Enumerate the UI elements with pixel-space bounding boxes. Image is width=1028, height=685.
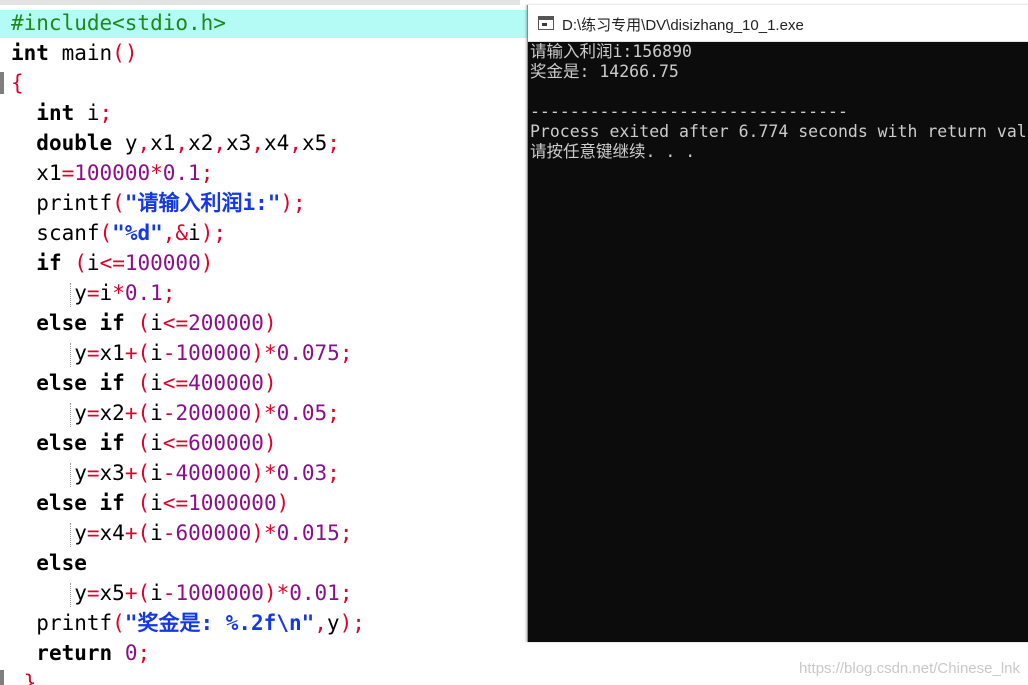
screen: #include<stdio.h> int main(){ int i; doub…: [0, 0, 1028, 685]
code-line[interactable]: printf("奖金是: %.2f\n",y);: [11, 608, 365, 638]
code-line[interactable]: else if (i<=400000): [11, 368, 365, 398]
console-line: Process exited after 6.774 seconds with …: [530, 122, 1028, 141]
code-line[interactable]: y=i*0.1;: [11, 278, 365, 308]
code-line[interactable]: y=x1+(i-100000)*0.075;: [11, 338, 365, 368]
watermark: https://blog.csdn.net/Chinese_lnk: [799, 660, 1020, 677]
fold-marker: [0, 670, 4, 685]
code-line[interactable]: y=x3+(i-400000)*0.03;: [11, 458, 365, 488]
console-window[interactable]: D:\练习专用\DV\disizhang_10_1.exe 请输入利润i:156…: [527, 5, 1028, 642]
code-line[interactable]: y=x2+(i-200000)*0.05;: [11, 398, 365, 428]
editor-tab-strip: [0, 0, 520, 5]
code-line[interactable]: else: [11, 548, 365, 578]
code-line[interactable]: else if (i<=600000): [11, 428, 365, 458]
code-line[interactable]: x1=100000*0.1;: [11, 158, 365, 188]
source-code[interactable]: #include<stdio.h> int main(){ int i; doub…: [11, 8, 365, 685]
code-line[interactable]: #include<stdio.h>: [11, 8, 365, 38]
console-window-icon: [538, 16, 554, 30]
code-line[interactable]: else if (i<=200000): [11, 308, 365, 338]
console-line: 请按任意键继续. . .: [530, 142, 696, 161]
code-line[interactable]: {: [11, 68, 365, 98]
code-line[interactable]: printf("请输入利润i:");: [11, 188, 365, 218]
console-title: D:\练习专用\DV\disizhang_10_1.exe: [562, 17, 804, 34]
fold-marker: [0, 72, 4, 94]
console-line: 奖金是: 14266.75: [530, 62, 679, 81]
code-line[interactable]: y=x5+(i-1000000)*0.01;: [11, 578, 365, 608]
code-line[interactable]: return 0;: [11, 638, 365, 668]
console-line: --------------------------------: [530, 102, 848, 121]
code-line[interactable]: int main(): [11, 38, 365, 68]
code-line[interactable]: }: [11, 668, 365, 685]
console-title-bar[interactable]: D:\练习专用\DV\disizhang_10_1.exe: [528, 5, 1028, 42]
console-output[interactable]: 请输入利润i:156890 奖金是: 14266.75 --------------…: [530, 42, 1028, 162]
code-line[interactable]: if (i<=100000): [11, 248, 365, 278]
code-line[interactable]: int i;: [11, 98, 365, 128]
code-line[interactable]: double y,x1,x2,x3,x4,x5;: [11, 128, 365, 158]
console-line: 请输入利润i:156890: [530, 42, 692, 61]
code-line[interactable]: scanf("%d",&i);: [11, 218, 365, 248]
code-line[interactable]: y=x4+(i-600000)*0.015;: [11, 518, 365, 548]
code-line[interactable]: else if (i<=1000000): [11, 488, 365, 518]
